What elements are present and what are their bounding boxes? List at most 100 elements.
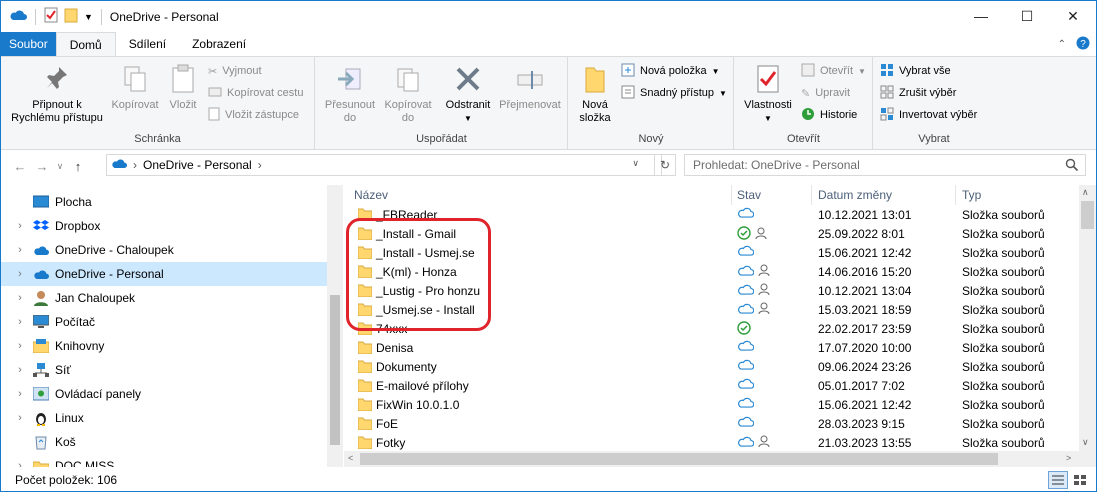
forward-arrow-icon[interactable]: → (31, 159, 53, 174)
close-button[interactable]: ✕ (1050, 1, 1096, 31)
nav-item-s-[interactable]: › Síť (1, 358, 327, 382)
folder-icon (357, 360, 373, 374)
chevron-right-icon[interactable]: › (11, 412, 29, 424)
chevron-right-icon[interactable]: › (11, 340, 29, 352)
scroll-up-icon[interactable]: ∧ (1082, 187, 1089, 198)
minimize-button[interactable]: — (958, 1, 1004, 31)
collapse-ribbon-icon[interactable]: ⌃ (1058, 39, 1066, 50)
paste-shortcut-button[interactable]: Vložit zástupce (208, 105, 299, 125)
nav-scroll-thumb[interactable] (330, 295, 340, 445)
tab-file[interactable]: Soubor (1, 32, 56, 56)
details-view-button[interactable] (1048, 471, 1068, 489)
col-status-header[interactable]: Stav (737, 185, 761, 205)
nav-item-dropbox[interactable]: › Dropbox (1, 214, 327, 238)
chevron-right-icon[interactable]: › (11, 268, 29, 280)
group-select: Vybrat vše Zrušit výběr Invertovat výběr… (874, 57, 994, 149)
copy-path-button[interactable]: Kopírovat cestu (208, 83, 303, 103)
easy-access-button[interactable]: Snadný přístup ▼ (621, 83, 727, 103)
select-none-button[interactable]: Zrušit výběr (880, 83, 956, 103)
file-date: 15.06.2021 12:42 (818, 246, 912, 260)
nav-item-onedrive-personal[interactable]: › OneDrive - Personal (1, 262, 327, 286)
chevron-right-icon[interactable]: › (11, 364, 29, 376)
file-type: Složka souborů (962, 227, 1045, 241)
col-date-header[interactable]: Datum změny (818, 185, 892, 205)
properties-quick-icon[interactable] (44, 7, 58, 26)
copy-button[interactable]: Kopírovat (109, 63, 161, 112)
new-folder-button[interactable]: Nová složka (573, 63, 617, 125)
breadcrumb-chevron-icon[interactable]: › (258, 158, 262, 172)
copy-to-button[interactable]: Kopírovat do (378, 63, 438, 125)
delete-button[interactable]: Odstranit ▼ (438, 63, 498, 125)
chevron-right-icon[interactable]: › (11, 460, 29, 467)
back-arrow-icon[interactable]: ← (9, 159, 31, 174)
content-scroll-thumb[interactable] (1081, 201, 1094, 229)
scroll-down-icon[interactable]: ∨ (1082, 437, 1089, 448)
file-row[interactable]: FixWin 10.0.1.0 15.06.2021 12:42 Složka so… (344, 396, 1079, 415)
nav-item-label: OneDrive - Chaloupek (55, 243, 174, 257)
nav-item-linux[interactable]: › Linux (1, 406, 327, 430)
nav-item-onedrive-chaloupek[interactable]: › OneDrive - Chaloupek (1, 238, 327, 262)
tab-share[interactable]: Sdílení (116, 32, 179, 56)
open-icon (801, 63, 815, 80)
nav-item-ovl-dac-panely[interactable]: › Ovládací panely (1, 382, 327, 406)
tab-home[interactable]: Domů (55, 32, 116, 56)
help-icon[interactable]: ? (1076, 36, 1090, 53)
chevron-right-icon[interactable]: › (11, 220, 29, 232)
select-all-button[interactable]: Vybrat vše (880, 61, 951, 81)
refresh-button[interactable]: ↻ (654, 154, 676, 176)
chevron-right-icon[interactable]: › (11, 388, 29, 400)
cloud-status-icon (737, 359, 755, 373)
synced-check-icon (737, 226, 751, 243)
chevron-right-icon[interactable]: › (11, 244, 29, 256)
invert-selection-button[interactable]: Invertovat výběr (880, 105, 977, 125)
quick-access-dropdown-icon[interactable]: ▼ (84, 12, 93, 22)
move-to-button[interactable]: Přesunout do (320, 63, 380, 125)
nav-item-ko-[interactable]: Koš (1, 430, 327, 454)
dropbox-icon (33, 218, 49, 234)
file-row[interactable]: Denisa 17.07.2020 10:00 Složka souborů (344, 339, 1079, 358)
pin-button[interactable]: Připnout k Rychlému přístupu (7, 63, 107, 125)
file-date: 15.06.2021 12:42 (818, 398, 912, 412)
nav-item-knihovny[interactable]: › Knihovny (1, 334, 327, 358)
scroll-right-icon[interactable]: > (1066, 453, 1071, 463)
new-folder-quick-icon[interactable] (64, 7, 78, 26)
rename-button[interactable]: Přejmenovat (496, 63, 564, 112)
new-item-button[interactable]: Nová položka ▼ (621, 61, 720, 81)
window-title: OneDrive - Personal (109, 9, 219, 24)
nav-item-plocha[interactable]: Plocha (1, 190, 327, 214)
select-all-icon (880, 63, 894, 80)
properties-button[interactable]: Vlastnosti ▼ (739, 63, 797, 125)
cut-button[interactable]: ✂ Vyjmout (208, 61, 262, 81)
large-icons-view-button[interactable] (1070, 471, 1090, 489)
horizontal-scroll-thumb[interactable] (360, 453, 998, 465)
nav-item-po-ta-[interactable]: › Počítač (1, 310, 327, 334)
breadcrumb-onedrive[interactable]: OneDrive - Personal (143, 158, 252, 172)
paste-button[interactable]: Vložit (163, 63, 203, 112)
nav-item-jan-chaloupek[interactable]: › Jan Chaloupek (1, 286, 327, 310)
scroll-left-icon[interactable]: < (348, 453, 353, 463)
history-button[interactable]: Historie (801, 105, 857, 125)
edit-button[interactable]: ✎ Upravit (801, 83, 850, 103)
up-arrow-icon[interactable]: ↑ (67, 159, 89, 174)
open-button[interactable]: Otevřít ▼ (801, 61, 866, 81)
chevron-right-icon[interactable]: › (11, 316, 29, 328)
properties-dropdown-icon[interactable]: ▼ (764, 112, 772, 125)
file-row[interactable]: Fotky 21.03.2023 13:55 Složka souborů (344, 434, 1079, 453)
col-name-header[interactable]: Název (354, 185, 388, 205)
nav-item-doc-miss[interactable]: › DOC MISS (1, 454, 327, 467)
chevron-right-icon[interactable]: › (11, 292, 29, 304)
breadcrumb-chevron-icon[interactable]: › (133, 158, 137, 172)
cloud-status-icon (737, 284, 755, 298)
address-bar[interactable]: › OneDrive - Personal › ∨ (106, 154, 662, 176)
col-type-header[interactable]: Typ (962, 185, 981, 205)
maximize-button[interactable]: ☐ (1004, 1, 1050, 31)
address-dropdown-icon[interactable]: ∨ (632, 158, 639, 169)
tab-view[interactable]: Zobrazení (179, 32, 259, 56)
search-input[interactable]: Prohledat: OneDrive - Personal (684, 154, 1086, 176)
file-row[interactable]: FoE 28.03.2023 9:15 Složka souborů (344, 415, 1079, 434)
file-row[interactable]: E-mailové přílohy 05.01.2017 7:02 Složka s… (344, 377, 1079, 396)
new-folder-icon (579, 63, 611, 95)
recent-dropdown-icon[interactable]: ∨ (53, 161, 67, 172)
file-row[interactable]: Dokumenty 09.06.2024 23:26 Složka souborů (344, 358, 1079, 377)
delete-dropdown-icon[interactable]: ▼ (464, 112, 472, 125)
